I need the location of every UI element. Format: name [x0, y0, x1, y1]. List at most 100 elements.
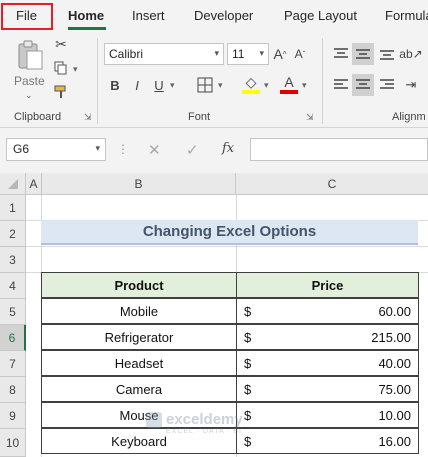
table-cell-price[interactable]: $ 75.00	[236, 376, 419, 402]
name-box-value: G6	[13, 142, 30, 156]
tab-insert[interactable]: Insert	[132, 8, 165, 23]
tab-home[interactable]: Home	[68, 8, 104, 23]
format-painter-icon[interactable]	[53, 84, 69, 100]
cancel-icon[interactable]: ✕	[148, 141, 161, 159]
ribbon-separator	[97, 38, 98, 124]
row-header-10[interactable]: 10	[0, 429, 26, 457]
tab-formulas[interactable]: Formula	[385, 8, 428, 23]
align-right-icon[interactable]	[378, 76, 396, 94]
align-middle-icon[interactable]	[352, 43, 374, 65]
font-color-chevron-icon[interactable]: ▾	[302, 80, 307, 91]
font-launcher-icon[interactable]: ⇲	[306, 112, 314, 123]
row-header-4[interactable]: 4	[0, 273, 26, 299]
price-value: 215.00	[371, 329, 411, 345]
column-header-a[interactable]: A	[26, 173, 42, 195]
font-size-box[interactable]: 11 ▾	[227, 43, 269, 65]
table-cell-price[interactable]: $ 60.00	[236, 298, 419, 324]
borders-chevron-icon[interactable]: ▾	[218, 80, 223, 91]
select-all-corner[interactable]	[0, 173, 26, 195]
font-name-value: Calibri	[109, 47, 144, 61]
currency-symbol: $	[244, 407, 252, 423]
font-size-chevron-icon[interactable]: ▾	[259, 48, 264, 59]
price-value: 40.00	[378, 355, 411, 371]
row-header-2[interactable]: 2	[0, 221, 26, 247]
table-cell-product[interactable]: Headset	[41, 350, 237, 376]
underline-button[interactable]: U	[152, 76, 166, 94]
align-left-icon[interactable]	[332, 76, 350, 94]
table-cell-product[interactable]: Refrigerator	[41, 324, 237, 350]
formula-input[interactable]	[250, 138, 428, 161]
tab-file[interactable]: File	[16, 8, 37, 23]
table-cell-price[interactable]: $ 215.00	[236, 324, 419, 350]
formula-bar: G6 ▾ ⋮ ✕ ✓ fx	[0, 128, 428, 173]
font-size-value: 11	[232, 47, 245, 61]
table-header-product[interactable]: Product	[41, 272, 237, 298]
row-header-6[interactable]: 6	[0, 325, 26, 351]
price-value: 75.00	[378, 381, 411, 397]
table-cell-product[interactable]: Mobile	[41, 298, 237, 324]
paste-dropdown-chevron-icon[interactable]: ⌄	[25, 90, 33, 101]
orientation-icon[interactable]: ab↗	[399, 45, 422, 63]
name-box[interactable]: G6 ▾	[6, 138, 106, 161]
gridline	[26, 246, 428, 247]
align-center-icon[interactable]	[352, 74, 374, 96]
currency-symbol: $	[244, 355, 252, 371]
enter-icon[interactable]: ✓	[186, 141, 199, 159]
group-label-alignment: Alignm	[392, 111, 426, 123]
table-header-price[interactable]: Price	[236, 272, 419, 298]
cut-icon[interactable]: ✂	[53, 36, 69, 52]
formula-bar-splitter-icon[interactable]: ⋮	[117, 142, 129, 156]
font-name-box[interactable]: Calibri ▾	[104, 43, 224, 65]
name-box-chevron-icon[interactable]: ▾	[95, 143, 100, 154]
row-header-9[interactable]: 9	[0, 403, 26, 429]
row-header-7[interactable]: 7	[0, 351, 26, 377]
underline-chevron-icon[interactable]: ▾	[170, 80, 175, 91]
font-color-icon[interactable]: A	[280, 74, 298, 90]
paste-icon[interactable]	[14, 38, 46, 72]
ribbon: Paste ⌄ ✂ ▾ Clipboard ⇲ Calibri ▾ 11 ▾ A…	[0, 32, 428, 128]
fill-color-icon[interactable]: ◇	[242, 74, 260, 90]
currency-symbol: $	[244, 303, 252, 319]
row-header-5[interactable]: 5	[0, 299, 26, 325]
copy-dropdown-chevron-icon[interactable]: ▾	[73, 64, 78, 75]
sheet-title[interactable]: Changing Excel Options	[41, 220, 418, 245]
table-cell-price[interactable]: $ 40.00	[236, 350, 419, 376]
watermark: exceldemy EXCEL · DATA · BI	[146, 411, 243, 435]
group-label-font: Font	[188, 111, 211, 123]
row-header-3[interactable]: 3	[0, 247, 26, 273]
currency-symbol: $	[244, 381, 252, 397]
ribbon-tab-bar: File Home Insert Developer Page Layout F…	[0, 0, 428, 32]
exceldemy-logo-icon	[146, 411, 162, 428]
price-value: 60.00	[378, 303, 411, 319]
bold-button[interactable]: B	[108, 76, 122, 94]
tab-developer[interactable]: Developer	[194, 8, 253, 23]
borders-icon[interactable]	[196, 76, 214, 94]
price-value: 16.00	[378, 433, 411, 449]
currency-symbol: $	[244, 329, 252, 345]
font-name-chevron-icon[interactable]: ▾	[214, 48, 219, 59]
column-header-b[interactable]: B	[42, 173, 236, 195]
align-bottom-icon[interactable]	[378, 45, 396, 63]
italic-button[interactable]: I	[130, 76, 144, 94]
table-cell-price[interactable]: $ 16.00	[236, 428, 419, 454]
tab-page-layout[interactable]: Page Layout	[284, 8, 357, 23]
ribbon-separator	[322, 38, 323, 124]
row-header-8[interactable]: 8	[0, 377, 26, 403]
group-label-clipboard: Clipboard	[14, 111, 62, 123]
table-cell-product[interactable]: Camera	[41, 376, 237, 402]
increase-font-size-icon[interactable]: A ^	[272, 45, 288, 63]
price-value: 10.00	[378, 407, 411, 423]
paste-label[interactable]: Paste	[14, 74, 45, 88]
decrease-font-size-icon[interactable]: Aˇ	[292, 45, 308, 63]
indent-icon[interactable]: ⇥	[402, 76, 420, 94]
clipboard-launcher-icon[interactable]: ⇲	[84, 112, 92, 123]
fill-color-chevron-icon[interactable]: ▾	[264, 80, 269, 91]
row-header-1[interactable]: 1	[0, 195, 26, 221]
column-header-c[interactable]: C	[236, 173, 428, 195]
fill-color-swatch	[242, 90, 260, 94]
insert-function-icon[interactable]: fx	[222, 141, 234, 156]
watermark-name: exceldemy	[166, 411, 243, 428]
table-cell-price[interactable]: $ 10.00	[236, 402, 419, 428]
align-top-icon[interactable]	[332, 45, 350, 63]
copy-icon[interactable]	[53, 60, 69, 76]
